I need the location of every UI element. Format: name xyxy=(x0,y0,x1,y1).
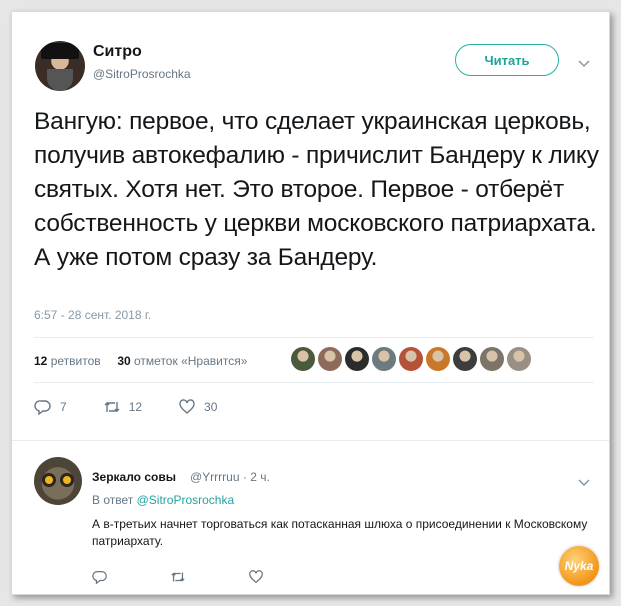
author-avatar[interactable] xyxy=(35,41,85,91)
reply-icon[interactable] xyxy=(92,569,108,585)
watermark-logo: Nyka xyxy=(559,546,599,586)
heart-icon xyxy=(179,399,195,414)
divider xyxy=(34,382,594,383)
author-name[interactable]: Ситро xyxy=(93,43,142,61)
retweet-icon[interactable] xyxy=(170,569,186,585)
liker-avatar[interactable] xyxy=(399,347,423,371)
reply-action[interactable]: 7 xyxy=(34,398,67,416)
owl-eye-left xyxy=(42,473,56,487)
owl-eye-right xyxy=(60,473,74,487)
reply-actions xyxy=(92,569,264,585)
tweet-text: Вангую: первое, что сделает украинская ц… xyxy=(34,108,599,271)
like-count: 30 xyxy=(204,400,218,414)
author-handle[interactable]: @SitroProsrochka xyxy=(93,67,191,81)
liker-avatar[interactable] xyxy=(372,347,396,371)
reply-to-handle[interactable]: @SitroProsrochka xyxy=(137,493,235,507)
liker-avatar[interactable] xyxy=(453,347,477,371)
reply-tweet[interactable]: Зеркало совы @Yrrrruu · 2 ч. В ответ @Si… xyxy=(12,440,609,594)
engagement-stats: 12 ретвитов 30 отметок «Нравится» xyxy=(34,354,247,368)
chevron-down-icon[interactable] xyxy=(578,475,590,490)
retweet-count: 12 xyxy=(128,400,143,414)
reply-count: 7 xyxy=(60,400,67,414)
likes-label[interactable]: отметок «Нравится» xyxy=(134,354,247,368)
reply-time[interactable]: · 2 ч. xyxy=(243,470,270,484)
liker-avatar[interactable] xyxy=(291,347,315,371)
reply-author-name[interactable]: Зеркало совы xyxy=(92,470,176,484)
heart-icon[interactable] xyxy=(248,569,264,585)
likes-count[interactable]: 30 xyxy=(117,354,130,368)
tweet-actions: 7 12 30 xyxy=(34,398,253,416)
liker-avatar[interactable] xyxy=(507,347,531,371)
retweets-label[interactable]: ретвитов xyxy=(51,354,101,368)
avatar-hat xyxy=(41,43,79,59)
liker-avatar[interactable] xyxy=(426,347,450,371)
retweet-icon xyxy=(104,402,120,412)
follow-button[interactable]: Читать xyxy=(455,44,559,76)
reply-avatar[interactable] xyxy=(34,457,82,505)
liker-avatar[interactable] xyxy=(480,347,504,371)
reply-to-prefix: В ответ xyxy=(92,493,134,507)
retweet-action[interactable]: 12 xyxy=(103,398,142,416)
like-action[interactable]: 30 xyxy=(178,398,217,416)
reply-handle-text[interactable]: @Yrrrruu xyxy=(190,470,240,484)
reply-text: А в-третьих начнет торговаться как потас… xyxy=(92,517,588,548)
liker-avatar[interactable] xyxy=(345,347,369,371)
tweet-timestamp[interactable]: 6:57 - 28 сент. 2018 г. xyxy=(34,308,151,322)
likers-avatars xyxy=(291,347,531,371)
liker-avatar[interactable] xyxy=(318,347,342,371)
chevron-down-icon[interactable] xyxy=(578,56,590,71)
divider xyxy=(34,337,594,338)
tweet-card: Ситро @SitroProsrochka Читать Вангую: пе… xyxy=(11,11,610,595)
avatar-beard xyxy=(47,69,73,91)
reply-author-handle: @Yrrrruu · 2 ч. xyxy=(190,470,270,484)
reply-icon xyxy=(34,400,51,416)
reply-to-line: В ответ @SitroProsrochka xyxy=(92,493,234,507)
retweets-count[interactable]: 12 xyxy=(34,354,47,368)
